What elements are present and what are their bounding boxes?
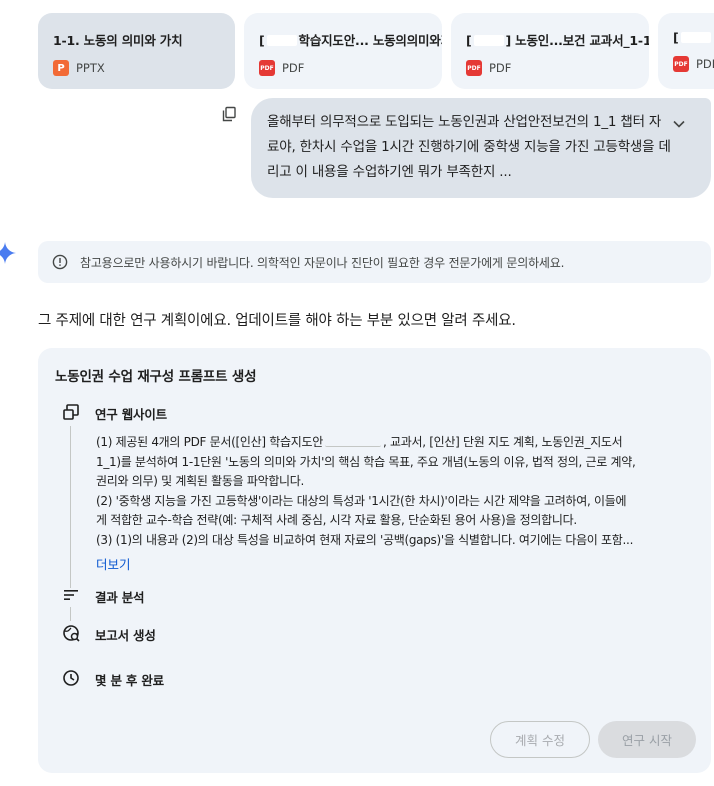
redaction [680, 32, 711, 43]
redaction [325, 436, 381, 447]
attachment-title: [ 학습지도안... 노동의의미와가 [259, 30, 442, 49]
attachment-title-prefix: [ [673, 30, 679, 45]
detail-line: 1_1)를 분석하여 1-1단원 '노동의 의미와 가치'의 핵심 학습 목표,… [96, 454, 636, 469]
attachment-type: PPTX [76, 61, 105, 75]
attachment-row: 1-1. 노동의 의미와 가치 P PPTX [ 학습지도안... 노동의의미와가… [38, 13, 714, 89]
generate-report-icon [63, 625, 80, 642]
detail-line: 게 적합한 교수-학습 전략(예: 구체적 사례 중심, 시각 자료 활용, 단… [96, 513, 577, 527]
user-message-bubble: 올해부터 의무적으로 도입되는 노동인권과 산업안전보건의 1_1 챕터 자료야… [251, 98, 711, 198]
timeline-line [70, 426, 71, 588]
step-details: (1) 제공된 4개의 PDF 문서([인산] 학습지도안 , 교과서, [인산]… [96, 433, 696, 550]
clock-icon [63, 670, 79, 686]
disclaimer-banner: 참고용으로만 사용하시기 바랍니다. 의학적인 자문이나 진단이 필요한 경우 … [38, 241, 711, 283]
copy-icon[interactable] [221, 106, 237, 122]
attachment-type: PDF [489, 61, 512, 75]
edit-plan-button[interactable]: 계획 수정 [490, 721, 590, 758]
attachment-card[interactable]: [ PDF PDF [658, 13, 714, 89]
attachment-title-prefix: [ [259, 33, 265, 48]
attachment-card[interactable]: 1-1. 노동의 의미와 가치 P PPTX [38, 13, 235, 89]
attachment-title: [ ] 노동인...보건 교과서_1-1 [466, 30, 649, 49]
attachment-card[interactable]: [ 학습지도안... 노동의의미와가 PDF PDF [244, 13, 442, 89]
timeline-line [70, 607, 71, 621]
detail-line: 권리와 의무) 및 계획된 활동을 파악합니다. [96, 474, 305, 488]
attachment-title-text: ] 노동인...보건 교과서_1-1 [505, 33, 649, 48]
redaction [473, 35, 504, 46]
detail-line: (1) 제공된 4개의 PDF 문서([인산] 학습지도안 [96, 435, 323, 449]
research-plan-card: 노동인권 수업 재구성 프롬프트 생성 연구 웹사이트 (1) 제공된 4개의 … [38, 348, 711, 773]
gemini-spark-icon [0, 242, 16, 264]
attachment-type: PDF [696, 57, 714, 71]
response-intro: 그 주제에 대한 연구 계획이에요. 업데이트를 해야 하는 부분 있으면 알려… [38, 313, 516, 329]
attachment-title-prefix: [ [466, 33, 472, 48]
detail-line: (2) '중학생 지능을 가진 고등학생'이라는 대상의 특성과 '1시간(한 … [96, 493, 627, 508]
show-more-link[interactable]: 더보기 [96, 554, 131, 573]
redaction [266, 35, 297, 46]
detail-line: (3) (1)의 내용과 (2)의 대상 특성을 비교하여 현재 자료의 '공백… [96, 532, 634, 547]
pdf-icon: PDF [259, 60, 275, 76]
step-label: 몇 분 후 완료 [95, 673, 164, 688]
plan-title: 노동인권 수업 재구성 프롬프트 생성 [55, 369, 257, 385]
analyze-results-icon [64, 590, 78, 600]
start-research-button[interactable]: 연구 시작 [598, 721, 696, 758]
research-website-icon [63, 404, 79, 420]
pptx-icon: P [53, 60, 69, 76]
attachment-card[interactable]: [ ] 노동인...보건 교과서_1-1 PDF PDF [451, 13, 649, 89]
user-message-text: 올해부터 의무적으로 도입되는 노동인권과 산업안전보건의 1_1 챕터 자료야… [267, 114, 671, 180]
info-alert-icon [52, 254, 68, 270]
pdf-icon: PDF [673, 56, 689, 72]
step-label: 연구 웹사이트 [95, 407, 167, 422]
step-label: 보고서 생성 [95, 628, 156, 643]
detail-line: , 교과서, [인산] 단원 지도 계획, 노동인권_지도서 [383, 435, 623, 449]
chevron-down-icon[interactable] [673, 120, 685, 128]
attachment-type: PDF [282, 61, 305, 75]
step-label: 결과 분석 [95, 590, 145, 605]
pdf-icon: PDF [466, 60, 482, 76]
attachment-title: 1-1. 노동의 의미와 가치 [53, 33, 183, 48]
disclaimer-text: 참고용으로만 사용하시기 바랍니다. 의학적인 자문이나 진단이 필요한 경우 … [80, 255, 565, 270]
attachment-title-text: 학습지도안... 노동의의미와가 [298, 33, 442, 48]
attachment-title: [ [673, 30, 714, 45]
